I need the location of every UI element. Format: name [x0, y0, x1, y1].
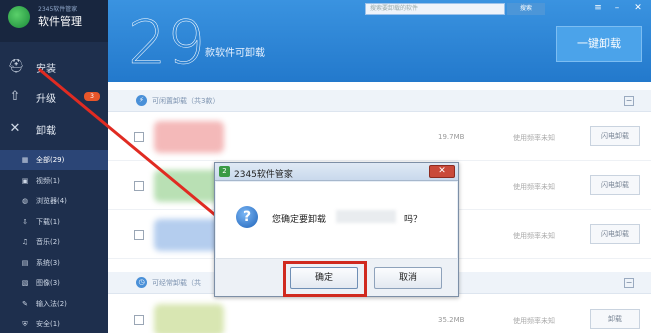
category-item[interactable]: ◍ 浏览器(4) [0, 191, 108, 211]
category-label: 图像(3) [36, 279, 60, 287]
nav-install[interactable]: ⛑ 安装 [0, 52, 108, 82]
collapse-icon[interactable]: − [624, 96, 634, 106]
category-label: 安全(1) [36, 320, 60, 328]
dialog-body: ? 您确定要卸载 吗？ 确定 取消 [216, 182, 457, 297]
dialog-footer: 确定 取消 [216, 258, 457, 297]
category-item[interactable]: ⇩ 下载(1) [0, 212, 108, 232]
shield-icon: ⛨ [22, 319, 28, 328]
software-icon-redacted [154, 304, 224, 333]
confirm-dialog: 2 2345软件管家 ✕ ? 您确定要卸载 吗？ 确定 取消 [214, 162, 459, 297]
category-item[interactable]: ♫ 音乐(2) [0, 232, 108, 252]
count-label: 款软件可卸载 [205, 48, 265, 59]
app-small-icon: 2 [219, 166, 230, 177]
search-button[interactable]: 搜索 [507, 3, 545, 15]
usage-frequency: 使用频率未知 [513, 232, 555, 240]
nav-upgrade[interactable]: ⇧ 升级 3 [0, 82, 108, 112]
category-label: 视频(1) [36, 176, 60, 185]
music-icon: ♫ [21, 238, 29, 246]
dialog-message-suffix: 吗？ [404, 215, 423, 225]
category-item[interactable]: ⛨ 安全(1) [0, 314, 108, 333]
category-label: 全部(29) [36, 156, 65, 164]
uninstall-button[interactable]: 闪电卸载 [590, 126, 640, 146]
software-name-redacted [336, 210, 396, 223]
category-item[interactable]: ▧ 图像(3) [0, 273, 108, 293]
close-icon[interactable]: ✕ [631, 2, 645, 14]
dialog-message: 您确定要卸载 [272, 215, 327, 225]
section-idle-label: 可闲置卸载（共3款） [152, 97, 220, 105]
uninstall-button[interactable]: 闪电卸载 [590, 175, 640, 195]
row-checkbox[interactable] [134, 230, 144, 240]
category-item[interactable]: ▦ 全部(29) [0, 150, 108, 170]
usage-frequency: 使用频率未知 [513, 317, 555, 325]
software-manager-window: 2345软件管家 软件管理 ⛑ 安装 ⇧ 升级 3 ✕ 卸载 ▦ 全部(29) ▣ 视… [0, 0, 651, 333]
category-label: 输入法(2) [36, 299, 67, 308]
software-size: 19.7MB [438, 133, 465, 141]
category-item[interactable]: ▤ 系统(3) [0, 253, 108, 273]
category-label: 音乐(2) [36, 238, 60, 246]
browser-icon: ◍ [21, 197, 29, 205]
uninstall-button[interactable]: 卸载 [590, 309, 640, 329]
section-frequent-label: 可经常卸载（共 [152, 279, 201, 287]
system-icon: ▤ [21, 258, 29, 267]
category-label: 浏览器(4) [36, 197, 67, 205]
menu-icon[interactable]: ≡ [591, 2, 605, 14]
sidebar: 2345软件管家 软件管理 ⛑ 安装 ⇧ 升级 3 ✕ 卸载 ▦ 全部(29) ▣ 视… [0, 0, 108, 333]
uninstall-button[interactable]: 闪电卸载 [590, 224, 640, 244]
usage-frequency: 使用频率未知 [513, 183, 555, 191]
software-icon-redacted [154, 121, 224, 153]
section-idle[interactable]: ⚡ 可闲置卸载（共3款） − [108, 90, 651, 112]
usage-frequency: 使用频率未知 [513, 134, 555, 142]
dialog-titlebar: 2 2345软件管家 ✕ [215, 163, 458, 181]
video-icon: ▣ [21, 176, 29, 185]
dialog-close-button[interactable]: ✕ [429, 165, 455, 178]
dialog-title: 2345软件管家 [234, 170, 293, 180]
nav-uninstall-label: 卸载 [36, 125, 56, 137]
download-icon: ⇩ [22, 217, 28, 226]
uninstallable-count: 29 [128, 8, 207, 79]
question-icon: ? [236, 206, 258, 228]
category-item[interactable]: ▣ 视频(1) [0, 171, 108, 191]
tools-icon: ✕ [9, 121, 21, 136]
keyboard-icon: ✎ [22, 299, 28, 308]
brand-title: 软件管理 [38, 15, 82, 28]
nav-uninstall[interactable]: ✕ 卸载 [0, 114, 108, 144]
row-checkbox[interactable] [134, 315, 144, 325]
install-icon: ⛑ [8, 59, 25, 74]
category-label: 系统(3) [36, 258, 60, 267]
brand-small-text: 2345软件管家 [38, 6, 78, 13]
app-logo-icon [8, 6, 30, 28]
nav-upgrade-label: 升级 [36, 93, 56, 105]
image-icon: ▧ [21, 279, 29, 287]
upgrade-icon: ⇧ [9, 89, 21, 104]
clock-icon: ◷ [136, 277, 147, 288]
grid-icon: ▦ [21, 156, 29, 164]
software-row: 35.2MB 使用频率未知 卸载 [108, 296, 651, 333]
lightning-icon: ⚡ [136, 95, 147, 106]
one-key-uninstall-button[interactable]: 一键卸载 [556, 26, 642, 62]
minimize-icon[interactable]: – [610, 2, 624, 14]
row-checkbox[interactable] [134, 132, 144, 142]
upgrade-badge: 3 [84, 92, 100, 101]
collapse-icon[interactable]: − [624, 278, 634, 288]
software-row: 19.7MB 使用频率未知 闪电卸载 [108, 113, 651, 161]
ok-highlight-box [283, 261, 367, 297]
nav-install-label: 安装 [36, 63, 56, 75]
cancel-button[interactable]: 取消 [374, 267, 442, 289]
brand: 2345软件管家 软件管理 [0, 0, 108, 42]
row-checkbox[interactable] [134, 181, 144, 191]
search-input[interactable]: 搜索要卸载的软件 [365, 3, 505, 15]
category-label: 下载(1) [36, 217, 60, 226]
software-size: 35.2MB [438, 316, 465, 324]
header: 29 款软件可卸载 搜索要卸载的软件 搜索 ≡ – ✕ 一键卸载 [108, 0, 651, 82]
category-item[interactable]: ✎ 输入法(2) [0, 294, 108, 314]
